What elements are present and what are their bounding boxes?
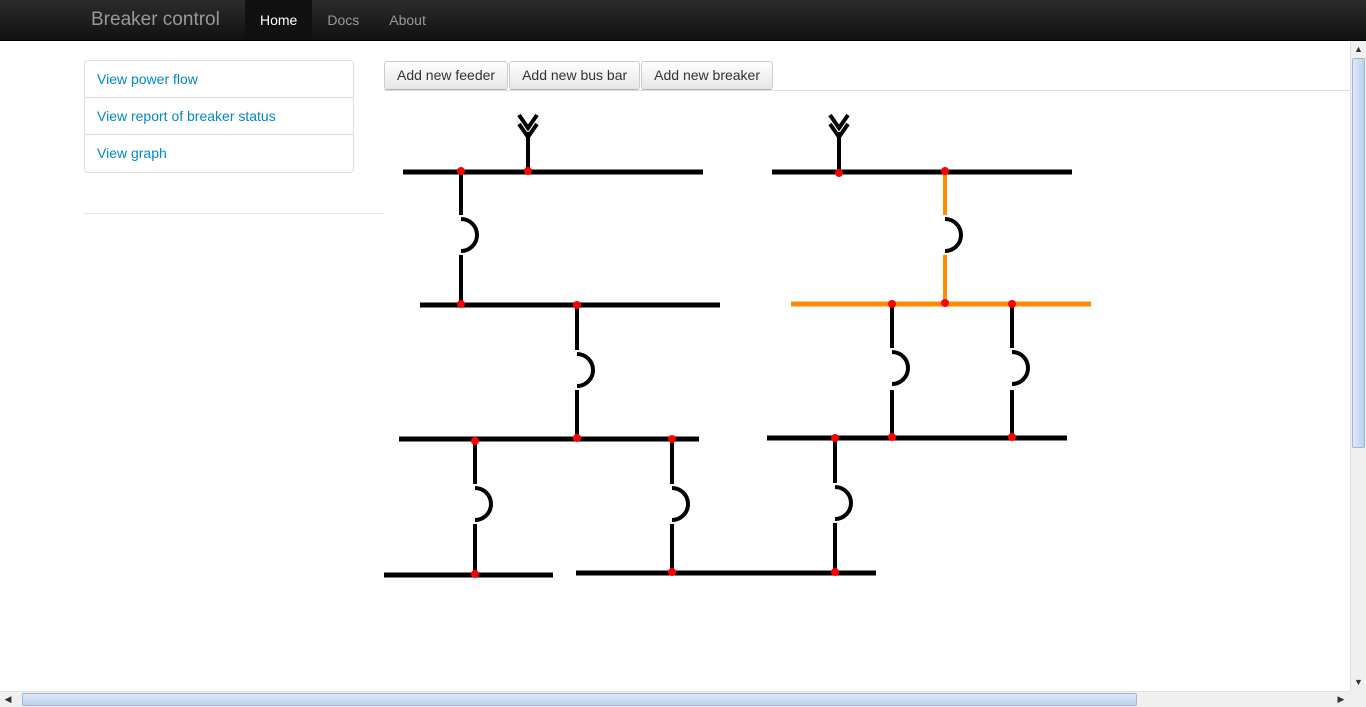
nav-menu: Home Docs About bbox=[245, 0, 441, 40]
breaker-arc-icon[interactable] bbox=[1010, 304, 1030, 438]
sidebar-link-graph[interactable]: View graph bbox=[85, 135, 353, 172]
connection-node[interactable] bbox=[573, 301, 581, 309]
app-brand[interactable]: Breaker control bbox=[91, 9, 220, 31]
add-breaker-button[interactable]: Add new breaker bbox=[641, 61, 773, 90]
connection-node[interactable] bbox=[888, 433, 896, 441]
connection-node[interactable] bbox=[668, 435, 676, 443]
diagram-toolbar: Add new feeder Add new bus bar Add new b… bbox=[384, 61, 774, 90]
horizontal-scroll-thumb[interactable] bbox=[22, 693, 1137, 706]
connection-node[interactable] bbox=[457, 167, 465, 175]
connection-node[interactable] bbox=[573, 434, 581, 442]
scroll-up-icon[interactable]: ▲ bbox=[1351, 41, 1366, 57]
connection-node[interactable] bbox=[835, 169, 843, 177]
add-feeder-button[interactable]: Add new feeder bbox=[384, 61, 509, 90]
scroll-right-icon[interactable]: ▶ bbox=[1333, 692, 1349, 707]
connection-node[interactable] bbox=[941, 167, 949, 175]
sidebar-divider bbox=[84, 213, 384, 214]
nav-item-home[interactable]: Home bbox=[245, 0, 313, 40]
breaker-arc-icon[interactable] bbox=[890, 304, 910, 438]
feeder-arrow-icon[interactable] bbox=[828, 113, 850, 172]
connection-node[interactable] bbox=[831, 568, 839, 576]
scroll-down-icon[interactable]: ▼ bbox=[1351, 674, 1366, 690]
breaker-arc-icon[interactable] bbox=[833, 438, 853, 573]
breaker-arc-icon[interactable] bbox=[473, 439, 493, 575]
sidebar-menu: View power flow View report of breaker s… bbox=[84, 60, 354, 173]
top-navbar: Breaker control Home Docs About bbox=[0, 0, 1366, 41]
breaker-arc-icon-energized[interactable] bbox=[943, 172, 963, 304]
breaker-arc-icon[interactable] bbox=[459, 172, 479, 305]
connection-node[interactable] bbox=[1008, 433, 1016, 441]
scrollbar-corner bbox=[1350, 691, 1366, 707]
connection-node[interactable] bbox=[668, 568, 676, 576]
connection-node[interactable] bbox=[471, 570, 479, 578]
connection-node[interactable] bbox=[1008, 300, 1016, 308]
feeder-arrow-icon[interactable] bbox=[517, 113, 539, 172]
toolbar-divider bbox=[384, 90, 1350, 91]
connection-node[interactable] bbox=[888, 300, 896, 308]
breaker-arc-icon[interactable] bbox=[670, 439, 690, 573]
horizontal-scrollbar[interactable]: ◀ ▶ bbox=[0, 691, 1350, 707]
connection-node[interactable] bbox=[941, 299, 949, 307]
sidebar-link-power-flow[interactable]: View power flow bbox=[85, 61, 353, 98]
connection-node[interactable] bbox=[524, 167, 532, 175]
connection-node[interactable] bbox=[831, 434, 839, 442]
connection-node[interactable] bbox=[457, 300, 465, 308]
nav-item-docs[interactable]: Docs bbox=[312, 0, 374, 40]
sidebar-link-breaker-report[interactable]: View report of breaker status bbox=[85, 98, 353, 135]
nav-item-about[interactable]: About bbox=[374, 0, 441, 40]
connection-node[interactable] bbox=[471, 437, 479, 445]
add-bus-bar-button[interactable]: Add new bus bar bbox=[509, 61, 641, 90]
breaker-arc-icon[interactable] bbox=[575, 305, 595, 439]
vertical-scroll-thumb[interactable] bbox=[1352, 58, 1365, 448]
scroll-left-icon[interactable]: ◀ bbox=[0, 692, 16, 707]
vertical-scrollbar[interactable]: ▲ ▼ bbox=[1350, 41, 1366, 691]
